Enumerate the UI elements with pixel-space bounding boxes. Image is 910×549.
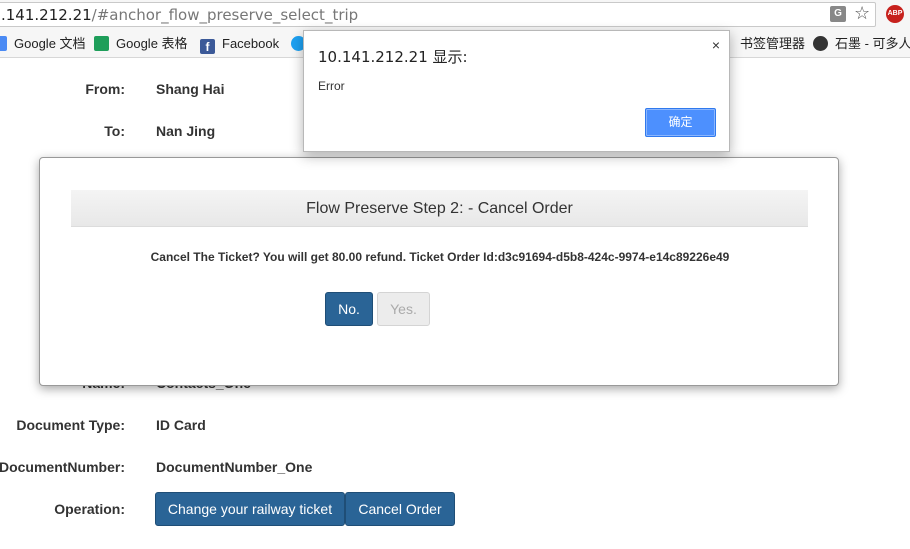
document-type-label: Document Type: (16, 417, 125, 433)
operation-label: Operation: (54, 501, 125, 517)
alert-title: 10.141.212.21 显示: (318, 48, 468, 66)
address-bar: .141.212.21/#anchor_flow_preserve_select… (0, 0, 910, 30)
bookmark-manager[interactable]: 书签管理器 (740, 35, 805, 53)
translate-icon[interactable]: G (830, 6, 846, 22)
from-value: Shang Hai (156, 81, 225, 97)
document-number-row: DocumentNumber: DocumentNumber_One (0, 459, 910, 479)
shimo-icon (813, 36, 828, 51)
bookmark-facebook[interactable]: f Facebook (200, 35, 279, 54)
to-value: Nan Jing (156, 123, 216, 139)
bookmark-google-sheets[interactable]: Google 表格 (94, 35, 188, 53)
google-sheets-icon (94, 36, 109, 51)
facebook-icon: f (200, 39, 215, 54)
cancel-order-modal: Flow Preserve Step 2: - Cancel Order Can… (39, 157, 839, 386)
star-icon[interactable]: ☆ (854, 3, 870, 23)
url-input[interactable]: .141.212.21/#anchor_flow_preserve_select… (0, 2, 876, 27)
adblock-icon[interactable]: ABP (886, 5, 904, 23)
from-label: From: (85, 81, 125, 97)
google-docs-icon (0, 36, 7, 51)
modal-title: Flow Preserve Step 2: - Cancel Order (71, 190, 808, 227)
modal-message: Cancel The Ticket? You will get 80.00 re… (150, 250, 730, 264)
document-number-value: DocumentNumber_One (156, 459, 313, 475)
close-icon[interactable]: × (712, 37, 720, 53)
alert-message: Error (318, 79, 345, 93)
yes-button[interactable]: Yes. (377, 292, 430, 326)
bookmark-shimo[interactable]: 石墨 - 可多人实 (813, 35, 910, 53)
alert-dialog: 10.141.212.21 显示: × Error 确定 (303, 30, 730, 152)
no-button[interactable]: No. (325, 292, 373, 326)
operation-row: Operation: (0, 501, 910, 521)
to-label: To: (104, 123, 125, 139)
change-ticket-button[interactable]: Change your railway ticket (155, 492, 345, 526)
document-type-row: Document Type: ID Card (0, 417, 910, 437)
cancel-order-button[interactable]: Cancel Order (345, 492, 455, 526)
document-number-label: DocumentNumber: (0, 459, 125, 475)
ok-button[interactable]: 确定 (645, 108, 716, 137)
bookmark-google-docs[interactable]: Google 文档 (0, 35, 86, 53)
document-type-value: ID Card (156, 417, 206, 433)
url-text: .141.212.21/#anchor_flow_preserve_select… (1, 6, 359, 24)
